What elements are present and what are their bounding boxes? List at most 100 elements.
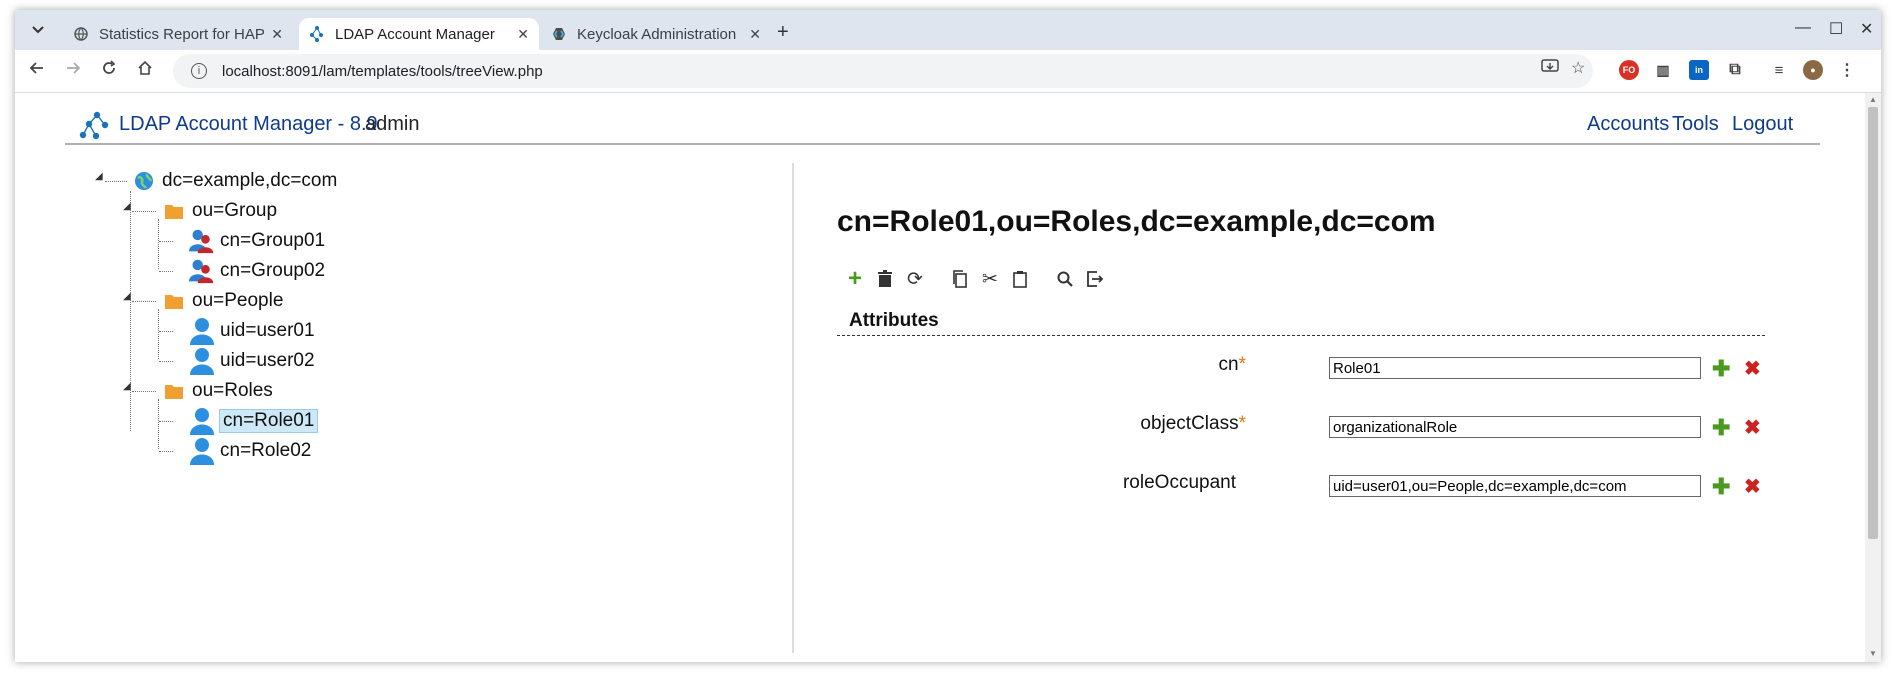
tree-node-label: cn=Group02 xyxy=(220,260,326,281)
tree-node-label: dc=example,dc=com xyxy=(162,170,338,191)
maximize-icon[interactable]: ☐ xyxy=(1829,19,1843,39)
group-icon xyxy=(189,258,215,284)
tree-node-label: uid=user01 xyxy=(220,320,315,341)
add-value-icon[interactable]: ✚ xyxy=(1712,476,1734,498)
tab-close-icon[interactable]: ✕ xyxy=(517,26,529,43)
tree-node-group01[interactable]: cn=Group01 xyxy=(189,228,325,254)
back-icon[interactable] xyxy=(29,60,45,81)
globe-icon xyxy=(73,26,89,42)
close-window-icon[interactable]: ✕ xyxy=(1860,19,1873,39)
tree-node-label: cn=Group01 xyxy=(220,230,326,251)
paste-clipboard-icon[interactable] xyxy=(1005,264,1035,294)
forward-icon[interactable] xyxy=(65,60,81,81)
tree-node-root[interactable]: dc=example,dc=com xyxy=(131,168,337,194)
tree-node-role01[interactable]: cn=Role01 xyxy=(189,408,319,435)
delete-trash-icon[interactable] xyxy=(870,264,900,294)
tree-node-group02[interactable]: cn=Group02 xyxy=(189,258,325,284)
nav-accounts[interactable]: Accounts xyxy=(1587,113,1669,136)
tree-node-user01[interactable]: uid=user01 xyxy=(189,318,315,345)
menu-kebab-icon[interactable]: ⋮ xyxy=(1837,60,1857,80)
tree-connector xyxy=(132,391,156,392)
tree-connector xyxy=(132,211,156,212)
browser-toolbar: i localhost:8091/lam/templates/tools/tre… xyxy=(15,50,1881,93)
refresh-icon[interactable]: ⟳ xyxy=(900,264,930,294)
url-text: localhost:8091/lam/templates/tools/treeV… xyxy=(222,62,543,80)
cut-scissors-icon[interactable]: ✂ xyxy=(975,264,1005,294)
extension-fo-icon[interactable]: FO xyxy=(1619,60,1639,80)
attribute-value-input[interactable] xyxy=(1329,416,1701,438)
lam-header: LDAP Account Manager - 8.9 admin Account… xyxy=(65,93,1820,145)
tree-node-label: cn=Role02 xyxy=(220,440,312,461)
tree-node-role02[interactable]: cn=Role02 xyxy=(189,438,312,465)
lam-title[interactable]: LDAP Account Manager - 8.9 xyxy=(119,113,378,136)
site-info-icon[interactable]: i xyxy=(191,63,207,79)
tab-close-icon[interactable]: ✕ xyxy=(749,26,761,43)
collapse-toggle-icon[interactable]: ◢ xyxy=(123,381,131,392)
nav-tools[interactable]: Tools xyxy=(1672,113,1719,136)
collapse-toggle-icon[interactable]: ◢ xyxy=(123,201,131,212)
tab-keycloak-administration[interactable]: Keycloak Administration ✕ xyxy=(541,18,771,50)
scroll-down-icon[interactable]: ▼ xyxy=(1869,649,1877,658)
tree-node-label: ou=Group xyxy=(192,200,278,221)
delete-value-icon[interactable]: ✖ xyxy=(1744,476,1766,498)
tab-title: LDAP Account Manager xyxy=(335,25,495,43)
attribute-name: roleOccupant xyxy=(1122,472,1236,493)
group-icon xyxy=(189,228,215,254)
user-icon xyxy=(189,438,215,465)
tree-node-ou-people[interactable]: ou=People xyxy=(161,288,283,314)
install-app-icon[interactable] xyxy=(1541,58,1559,79)
minimize-icon[interactable]: — xyxy=(1795,19,1811,37)
tree-connector xyxy=(159,451,173,452)
collapse-toggle-icon[interactable]: ◢ xyxy=(95,171,103,182)
panel-divider[interactable] xyxy=(792,163,794,653)
add-child-icon[interactable]: + xyxy=(840,264,870,294)
tab-close-icon[interactable]: ✕ xyxy=(271,26,283,43)
delete-value-icon[interactable]: ✖ xyxy=(1744,417,1766,439)
new-tab-icon[interactable]: + xyxy=(777,21,789,44)
bookmark-star-icon[interactable]: ☆ xyxy=(1571,58,1585,78)
tree-node-label: ou=People xyxy=(192,290,284,311)
delete-value-icon[interactable]: ✖ xyxy=(1744,358,1766,380)
tree-node-label: uid=user02 xyxy=(220,350,315,371)
linkedin-icon[interactable]: in xyxy=(1689,60,1709,80)
folder-icon xyxy=(161,288,187,314)
add-value-icon[interactable]: ✚ xyxy=(1712,417,1734,439)
tree-connector xyxy=(132,301,156,302)
extension-monitor-icon[interactable]: ▥ xyxy=(1653,60,1673,80)
nav-logout[interactable]: Logout xyxy=(1732,113,1793,136)
tab-title: Keycloak Administration xyxy=(577,25,737,43)
attribute-row-objectclass: objectClass* ✚ ✖ xyxy=(837,413,1765,443)
collapse-toggle-icon[interactable]: ◢ xyxy=(123,291,131,302)
tab-ldap-account-manager[interactable]: LDAP Account Manager ✕ xyxy=(299,18,539,50)
page-content: LDAP Account Manager - 8.9 admin Account… xyxy=(15,93,1865,662)
reload-icon[interactable] xyxy=(101,60,117,81)
add-value-icon[interactable]: ✚ xyxy=(1712,358,1734,380)
export-icon[interactable] xyxy=(1080,264,1110,294)
attribute-value-input[interactable] xyxy=(1329,357,1701,379)
attribute-row-roleoccupant: roleOccupant ✚ ✖ xyxy=(837,472,1765,502)
reading-list-icon[interactable]: ≡ xyxy=(1769,60,1789,80)
attribute-value-input[interactable] xyxy=(1329,475,1701,497)
tree-node-label: cn=Role01 xyxy=(218,409,319,433)
scroll-up-icon[interactable]: ▲ xyxy=(1869,95,1877,104)
search-icon[interactable] xyxy=(1050,264,1080,294)
tab-search-button[interactable] xyxy=(25,18,51,42)
attribute-label: objectClass* xyxy=(1140,413,1246,435)
tab-statistics-report[interactable]: Statistics Report for HAP ✕ xyxy=(63,18,293,50)
entry-dn-title: cn=Role01,ou=Roles,dc=example,dc=com xyxy=(837,205,1436,238)
user-icon xyxy=(189,318,215,345)
tree-connector xyxy=(130,191,131,431)
tree-connector xyxy=(158,399,159,449)
extensions-puzzle-icon[interactable]: ⧉ xyxy=(1725,60,1745,80)
avatar[interactable]: ● xyxy=(1803,60,1823,80)
required-mark: * xyxy=(1238,354,1246,375)
page-scrollbar[interactable]: ▲ ▼ xyxy=(1865,93,1881,662)
tree-node-ou-roles[interactable]: ou=Roles xyxy=(161,378,273,404)
copy-icon[interactable] xyxy=(945,264,975,294)
address-bar[interactable]: i localhost:8091/lam/templates/tools/tre… xyxy=(173,54,1593,88)
home-icon[interactable] xyxy=(137,60,153,81)
scrollbar-thumb[interactable] xyxy=(1868,107,1878,539)
tab-strip: Statistics Report for HAP ✕ LDAP Account… xyxy=(15,10,1881,50)
tree-node-ou-group[interactable]: ou=Group xyxy=(161,198,277,224)
tree-node-user02[interactable]: uid=user02 xyxy=(189,348,315,375)
